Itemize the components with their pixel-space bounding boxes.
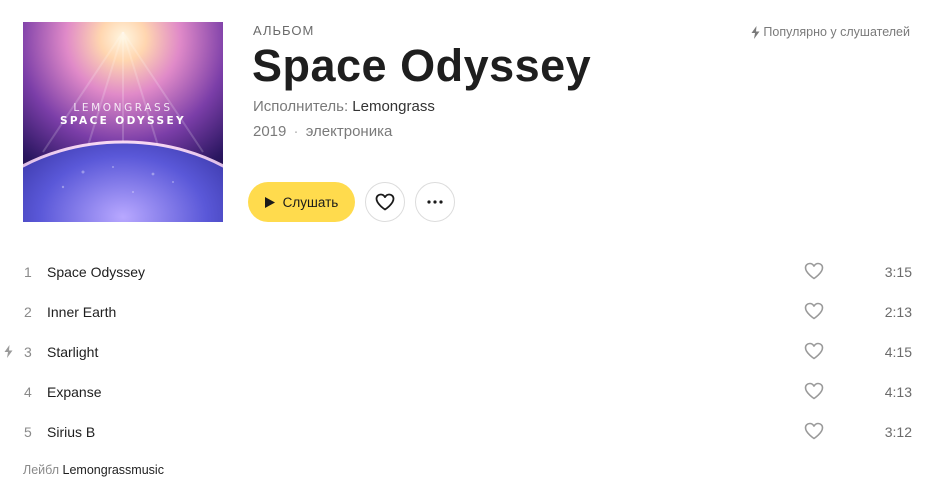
label-prefix: Лейбл bbox=[23, 463, 60, 477]
track-duration: 3:15 bbox=[884, 264, 912, 280]
artist-link[interactable]: Lemongrass bbox=[352, 98, 435, 115]
track-list: 1 Space Odyssey 3:15 2 Inner Earth 2:13 … bbox=[0, 252, 933, 452]
lightning-icon bbox=[751, 25, 760, 39]
heart-icon[interactable] bbox=[804, 382, 824, 400]
track-title[interactable]: Space Odyssey bbox=[47, 264, 145, 280]
track-title[interactable]: Starlight bbox=[47, 344, 98, 360]
album-genre[interactable]: электроника bbox=[306, 123, 393, 140]
track-number: 1 bbox=[24, 264, 32, 280]
like-album-button[interactable] bbox=[365, 182, 405, 222]
lightning-icon bbox=[4, 345, 13, 358]
play-label: Слушать bbox=[282, 194, 339, 210]
label-link[interactable]: Lemongrassmusic bbox=[63, 463, 164, 477]
track-row[interactable]: 5 Sirius B 3:12 bbox=[0, 412, 933, 452]
label-info: Лейбл Lemongrassmusic bbox=[23, 463, 164, 477]
track-title[interactable]: Inner Earth bbox=[47, 304, 116, 320]
track-title[interactable]: Sirius B bbox=[47, 424, 95, 440]
more-options-button[interactable] bbox=[415, 182, 455, 222]
heart-icon[interactable] bbox=[804, 262, 824, 280]
album-title: Space Odyssey bbox=[252, 40, 592, 91]
album-meta: 2019 · электроника bbox=[253, 123, 392, 140]
track-number: 5 bbox=[24, 424, 32, 440]
album-cover[interactable]: LEMONGRASS SPACE ODYSSEY bbox=[23, 22, 223, 222]
track-row[interactable]: 1 Space Odyssey 3:15 bbox=[0, 252, 933, 292]
track-row[interactable]: 4 Expanse 4:13 bbox=[0, 372, 933, 412]
track-number: 2 bbox=[24, 304, 32, 320]
heart-icon bbox=[375, 193, 395, 211]
track-duration: 2:13 bbox=[884, 304, 912, 320]
track-duration: 4:13 bbox=[884, 384, 912, 400]
cover-album-text: SPACE ODYSSEY bbox=[59, 115, 187, 127]
album-year: 2019 bbox=[253, 123, 287, 140]
track-duration: 4:15 bbox=[884, 344, 912, 360]
heart-icon[interactable] bbox=[804, 422, 824, 440]
popular-text: Популярно у слушателей bbox=[763, 25, 910, 39]
cover-artist-text: LEMONGRASS bbox=[73, 102, 173, 114]
heart-icon[interactable] bbox=[804, 342, 824, 360]
track-number: 4 bbox=[24, 384, 32, 400]
popular-badge: Популярно у слушателей bbox=[751, 25, 910, 39]
artist-line: Исполнитель: Lemongrass bbox=[253, 98, 435, 115]
track-title[interactable]: Expanse bbox=[47, 384, 101, 400]
meta-separator: · bbox=[293, 123, 299, 140]
track-row[interactable]: 2 Inner Earth 2:13 bbox=[0, 292, 933, 332]
heart-icon[interactable] bbox=[804, 302, 824, 320]
more-icon bbox=[427, 200, 443, 204]
track-number: 3 bbox=[24, 344, 32, 360]
album-type-label: АЛЬБОМ bbox=[253, 23, 315, 38]
artist-prefix: Исполнитель: bbox=[253, 98, 353, 115]
track-row[interactable]: 3 Starlight 4:15 bbox=[0, 332, 933, 372]
play-icon bbox=[264, 196, 275, 208]
play-button[interactable]: Слушать bbox=[248, 182, 355, 222]
track-duration: 3:12 bbox=[884, 424, 912, 440]
